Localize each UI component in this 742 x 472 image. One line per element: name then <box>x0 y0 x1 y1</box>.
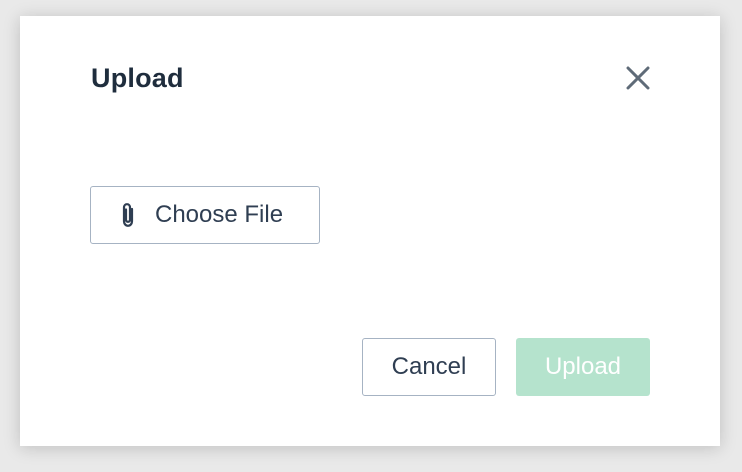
close-button[interactable] <box>622 62 654 94</box>
upload-button[interactable]: Upload <box>516 338 650 396</box>
dialog-title: Upload <box>91 63 184 93</box>
cancel-button[interactable]: Cancel <box>362 338 496 396</box>
choose-file-button[interactable]: Choose File <box>90 186 320 244</box>
upload-dialog: Upload Choose File Cancel Upload <box>20 16 720 446</box>
close-icon <box>626 66 650 90</box>
choose-file-label: Choose File <box>155 201 284 228</box>
paperclip-icon <box>117 202 139 228</box>
